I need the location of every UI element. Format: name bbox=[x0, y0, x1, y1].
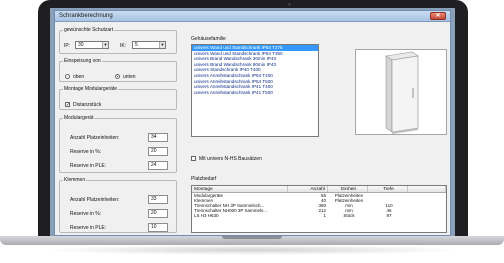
cell-tiefe: 97 bbox=[386, 213, 392, 218]
radio-oben[interactable] bbox=[65, 74, 70, 79]
nhs-checkbox[interactable] bbox=[191, 156, 196, 161]
screen: Schrankberechnung ✕ gewünschte Schutzart… bbox=[50, 8, 455, 236]
laptop-shadow bbox=[40, 245, 464, 255]
platzbedarf-table: Montage Anzahl Einheit Tiefe Modulargerä… bbox=[191, 185, 447, 233]
klemmen-reserve-pct-label: Reserve in %: bbox=[70, 211, 102, 217]
ik-select[interactable]: 5 ▼ bbox=[132, 41, 166, 49]
column-header-tiefe[interactable]: Tiefe bbox=[368, 186, 408, 192]
klemmen-reserve-pct-field[interactable]: 20 bbox=[148, 209, 168, 218]
column-header-einheit[interactable]: Einheit bbox=[328, 186, 368, 192]
distanzstueck-label: Distanzstück bbox=[73, 102, 102, 108]
einspeisung-legend: Einspeisung von bbox=[64, 58, 101, 64]
klemmen-ple-label: Anzahl Platzeinheiten: bbox=[70, 197, 120, 203]
cabinet-icon bbox=[385, 51, 419, 134]
cabinet-preview bbox=[355, 49, 447, 135]
table-row[interactable]: LS H3 H630 1 Stück 97 bbox=[192, 213, 446, 218]
gehaeusefamilie-list[interactable]: univers Wand und Standschrank IP54 T275 … bbox=[191, 44, 319, 137]
schutzart-group: gewünschte Schutzart IP: 30 ▼ IK: 5 ▼ bbox=[59, 27, 177, 54]
modulargeraet-group: Modulargerät Anzahl Platzeinheiten: 34 R… bbox=[59, 115, 177, 173]
modular-reserve-pct-label: Reserve in %: bbox=[70, 149, 102, 155]
einspeisung-group: Einspeisung von oben unten bbox=[59, 58, 177, 82]
modular-ple-field[interactable]: 34 bbox=[148, 133, 168, 142]
gehaeusefamilie-label: Gehäusefamilie bbox=[191, 36, 226, 42]
modulargeraet-legend: Modulargerät bbox=[64, 115, 94, 121]
chevron-down-icon: ▼ bbox=[102, 42, 108, 48]
klemmen-reserve-ple-label: Reserve in PLE: bbox=[70, 225, 107, 231]
distanzstueck-checkbox[interactable]: ✓ bbox=[65, 102, 70, 108]
window-title: Schrankberechnung bbox=[59, 13, 113, 19]
montage-legend: Montage Modulargeräte bbox=[64, 86, 118, 92]
title-bar[interactable]: Schrankberechnung ✕ bbox=[55, 11, 450, 22]
camera-icon bbox=[288, 3, 291, 6]
radio-unten-label: unten bbox=[123, 74, 136, 80]
klemmen-legend: Klemmen bbox=[64, 177, 86, 183]
radio-unten[interactable] bbox=[115, 74, 120, 79]
klemmen-reserve-ple-field[interactable]: 10 bbox=[148, 223, 168, 232]
klemmen-group: Klemmen Anzahl Platzeinheiten: 33 Reserv… bbox=[59, 177, 177, 233]
cell-montage: LS H3 H630 bbox=[194, 213, 219, 218]
modular-reserve-pct-field[interactable]: 20 bbox=[148, 147, 168, 156]
close-button[interactable]: ✕ bbox=[430, 12, 446, 20]
montage-group: Montage Modulargeräte ✓ Distanzstück bbox=[59, 86, 177, 110]
modular-reserve-ple-label: Reserve in PLE: bbox=[70, 163, 107, 169]
cell-anzahl: 1 bbox=[323, 213, 326, 218]
modular-reserve-ple-field[interactable]: 24 bbox=[148, 161, 168, 170]
ik-value: 5 bbox=[135, 42, 138, 48]
radio-oben-label: oben bbox=[73, 74, 85, 80]
ip-label: IP: bbox=[64, 43, 71, 49]
table-header: Montage Anzahl Einheit Tiefe bbox=[192, 186, 446, 193]
modular-ple-label: Anzahl Platzeinheiten: bbox=[70, 135, 120, 141]
dialog-window: Schrankberechnung ✕ gewünschte Schutzart… bbox=[54, 10, 451, 236]
laptop-notch bbox=[222, 236, 282, 239]
ik-label: IK: bbox=[120, 43, 127, 49]
schutzart-legend: gewünschte Schutzart bbox=[64, 27, 114, 33]
ip-select[interactable]: 30 ▼ bbox=[75, 41, 109, 49]
column-header-anzahl[interactable]: Anzahl bbox=[288, 186, 328, 192]
column-header-montage[interactable]: Montage bbox=[192, 186, 288, 192]
list-item[interactable]: univers Anreihstandschrank IP41 T500 bbox=[192, 90, 318, 96]
chevron-down-icon: ▼ bbox=[159, 42, 165, 48]
nhs-checkbox-label: Mit univers N-HS Bausätzen bbox=[199, 156, 262, 162]
platzbedarf-label: Platzbedarf bbox=[191, 176, 217, 182]
klemmen-ple-field[interactable]: 33 bbox=[148, 195, 168, 204]
cell-einheit: Stück bbox=[343, 213, 355, 218]
column-header-empty bbox=[408, 186, 446, 192]
ip-value: 30 bbox=[78, 42, 84, 48]
